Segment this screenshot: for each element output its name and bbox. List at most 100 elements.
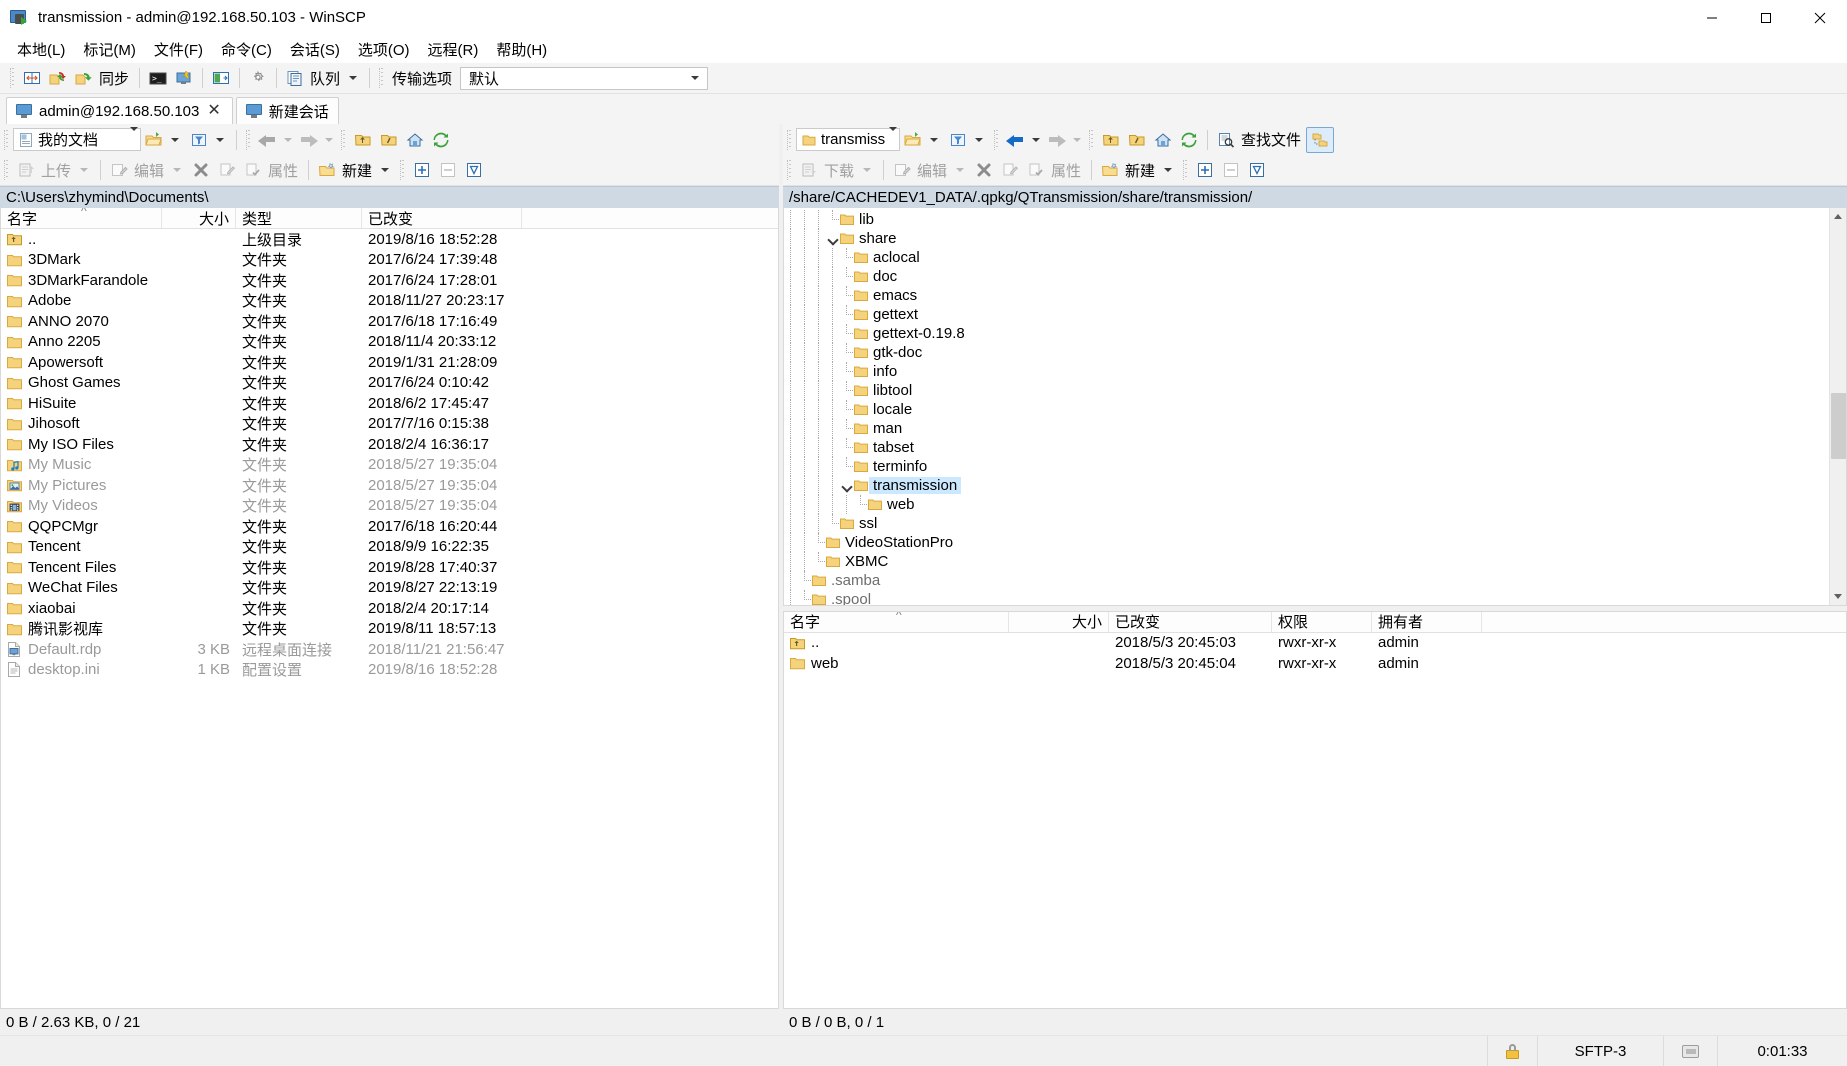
local-home-directory-button[interactable] xyxy=(402,127,428,153)
local-file-row[interactable]: 腾讯影视库文件夹2019/8/11 18:57:13 xyxy=(1,619,778,640)
remote-file-row[interactable]: ..2018/5/3 20:45:03rwxr-xr-xadmin xyxy=(784,633,1846,654)
local-nav-grip[interactable] xyxy=(246,130,251,150)
remote-tree-node[interactable]: man xyxy=(784,419,1829,438)
local-file-row[interactable]: Tencent文件夹2018/9/9 16:22:35 xyxy=(1,537,778,558)
remote-address-bar[interactable]: /share/CACHEDEV1_DATA/.qpkg/QTransmissio… xyxy=(783,186,1847,208)
local-file-row[interactable]: desktop.ini1 KB配置设置2019/8/16 18:52:28 xyxy=(1,660,778,681)
transfer-options-combo[interactable]: 默认 xyxy=(460,67,708,90)
remote-refresh-button[interactable] xyxy=(1176,127,1202,153)
minimize-button[interactable] xyxy=(1685,0,1739,36)
remote-nav-grip[interactable] xyxy=(994,130,999,150)
local-file-row[interactable]: WeChat Files文件夹2019/8/27 22:13:19 xyxy=(1,578,778,599)
remote-tree-node[interactable]: locale xyxy=(784,400,1829,419)
remote-tree-node[interactable]: .spool xyxy=(784,590,1829,605)
synchronize-browsing-button[interactable] xyxy=(45,65,71,91)
local-file-list[interactable]: 名字 ^ 大小 类型 已改变 ..上级目录2019/8/16 18:52:283… xyxy=(0,208,779,1009)
status-elapsed-time[interactable]: 0:01:33 xyxy=(1717,1036,1847,1066)
remote-tree-node[interactable]: lib xyxy=(784,210,1829,229)
local-file-row[interactable]: 3DMark文件夹2017/6/24 17:39:48 xyxy=(1,250,778,271)
remote-path-dropdown-icon[interactable] xyxy=(889,131,897,148)
local-file-row[interactable]: Jihosoft文件夹2017/7/16 0:15:38 xyxy=(1,414,778,435)
open-in-new-window-button[interactable] xyxy=(208,65,234,91)
remote-tree-node[interactable]: terminfo xyxy=(784,457,1829,476)
local-file-row[interactable]: 3DMarkFarandole文件夹2017/6/24 17:28:01 xyxy=(1,270,778,291)
scroll-track[interactable] xyxy=(1830,225,1847,588)
local-filter-dropdown-icon[interactable] xyxy=(216,138,224,142)
toolbar-grip[interactable] xyxy=(10,68,15,88)
remote-dirnav-grip[interactable] xyxy=(1089,130,1094,150)
menu-local[interactable]: 本地(L) xyxy=(8,36,74,63)
remote-file-list-body[interactable]: ..2018/5/3 20:45:03rwxr-xr-xadminweb2018… xyxy=(784,633,1846,1009)
putty-session-button[interactable] xyxy=(171,65,197,91)
remote-tree-node[interactable]: gettext-0.19.8 xyxy=(784,324,1829,343)
session-tab-admin[interactable]: admin@192.168.50.103 ✕ xyxy=(6,97,233,124)
remote-file-list[interactable]: 名字 ^ 大小 已改变 权限 拥有者 ..2018/5/3 20:45:03rw… xyxy=(783,611,1847,1010)
local-file-row[interactable]: Adobe文件夹2018/11/27 20:23:17 xyxy=(1,291,778,312)
remote-tree-node[interactable]: emacs xyxy=(784,286,1829,305)
menu-options[interactable]: 选项(O) xyxy=(349,36,419,63)
local-column-name[interactable]: 名字 ^ xyxy=(1,208,162,228)
queue-button[interactable]: 队列 xyxy=(282,65,364,91)
remote-tree-node[interactable]: gettext xyxy=(784,305,1829,324)
local-select-files-button[interactable] xyxy=(409,157,435,183)
remote-tree-node[interactable]: info xyxy=(784,362,1829,381)
local-dirnav-grip[interactable] xyxy=(341,130,346,150)
remote-open-directory-dropdown-icon[interactable] xyxy=(930,138,938,142)
remote-new-button[interactable]: 新建 xyxy=(1097,157,1179,183)
remote-column-rights[interactable]: 权限 xyxy=(1272,612,1372,632)
remote-tree-node[interactable]: web xyxy=(784,495,1829,514)
local-column-size[interactable]: 大小 xyxy=(162,208,236,228)
remote-tree-node[interactable]: XBMC xyxy=(784,552,1829,571)
remote-directory-tree[interactable]: libshareaclocaldocemacsgettextgettext-0.… xyxy=(783,208,1847,606)
remote-file-row[interactable]: web2018/5/3 20:45:04rwxr-xr-xadmin xyxy=(784,653,1846,674)
local-open-directory-button[interactable] xyxy=(141,127,186,153)
find-files-button[interactable]: 查找文件 xyxy=(1213,127,1306,153)
remote-path-combo[interactable]: transmissi xyxy=(796,128,900,151)
menu-command[interactable]: 命令(C) xyxy=(212,36,281,63)
remote-tree-node[interactable]: .samba xyxy=(784,571,1829,590)
maximize-button[interactable] xyxy=(1739,0,1793,36)
new-session-tab[interactable]: 新建会话 xyxy=(236,97,339,124)
local-file-row[interactable]: Tencent Files文件夹2019/8/28 17:40:37 xyxy=(1,557,778,578)
remote-back-button[interactable] xyxy=(1003,127,1028,153)
remote-select-grip[interactable] xyxy=(1183,160,1188,180)
remote-tree-node[interactable]: gtk-doc xyxy=(784,343,1829,362)
scroll-thumb[interactable] xyxy=(1831,393,1846,459)
local-file-row[interactable]: xiaobai文件夹2018/2/4 20:17:14 xyxy=(1,598,778,619)
status-encryption[interactable] xyxy=(1487,1036,1537,1066)
remote-tree-node[interactable]: VideoStationPro xyxy=(784,533,1829,552)
preferences-button[interactable] xyxy=(245,65,271,91)
menu-mark[interactable]: 标记(M) xyxy=(74,36,145,63)
local-path-combo[interactable]: 我的文档 xyxy=(13,128,141,151)
remote-select-files-button[interactable] xyxy=(1192,157,1218,183)
local-select-grip[interactable] xyxy=(400,160,405,180)
remote-tree-scrollbar[interactable] xyxy=(1829,208,1846,605)
remote-open-directory-button[interactable] xyxy=(900,127,945,153)
local-root-directory-button[interactable] xyxy=(376,127,402,153)
menu-remote[interactable]: 远程(R) xyxy=(419,36,488,63)
remote-tree-node[interactable]: libtool xyxy=(784,381,1829,400)
remote-column-modified[interactable]: 已改变 xyxy=(1109,612,1272,632)
menu-file[interactable]: 文件(F) xyxy=(145,36,212,63)
remote-column-size[interactable]: 大小 xyxy=(1009,612,1109,632)
local-file-row[interactable]: My Videos文件夹2018/5/27 19:35:04 xyxy=(1,496,778,517)
remote-filter-button[interactable] xyxy=(945,127,990,153)
local-file-row[interactable]: My Pictures文件夹2018/5/27 19:35:04 xyxy=(1,475,778,496)
split-panels-button[interactable] xyxy=(19,65,45,91)
remote-toolbar-grip[interactable] xyxy=(787,130,792,150)
session-tab-close-icon[interactable]: ✕ xyxy=(205,103,222,119)
local-column-modified[interactable]: 已改变 xyxy=(362,208,522,228)
remote-invert-selection-button[interactable] xyxy=(1244,157,1270,183)
remote-new-dropdown-icon[interactable] xyxy=(1164,168,1172,172)
local-file-row[interactable]: My Music文件夹2018/5/27 19:35:04 xyxy=(1,455,778,476)
remote-root-directory-button[interactable] xyxy=(1124,127,1150,153)
synchronize-button[interactable]: 同步 xyxy=(71,65,134,91)
remote-column-name[interactable]: 名字 ^ xyxy=(784,612,1009,632)
local-file-row[interactable]: QQPCMgr文件夹2017/6/18 16:20:44 xyxy=(1,516,778,537)
status-network[interactable] xyxy=(1663,1036,1717,1066)
scroll-down-arrow-icon[interactable] xyxy=(1830,588,1847,605)
toolbar-grip-2[interactable] xyxy=(379,68,384,88)
local-parent-directory-button[interactable] xyxy=(350,127,376,153)
local-file-row[interactable]: Ghost Games文件夹2017/6/24 0:10:42 xyxy=(1,373,778,394)
local-filter-button[interactable] xyxy=(186,127,231,153)
